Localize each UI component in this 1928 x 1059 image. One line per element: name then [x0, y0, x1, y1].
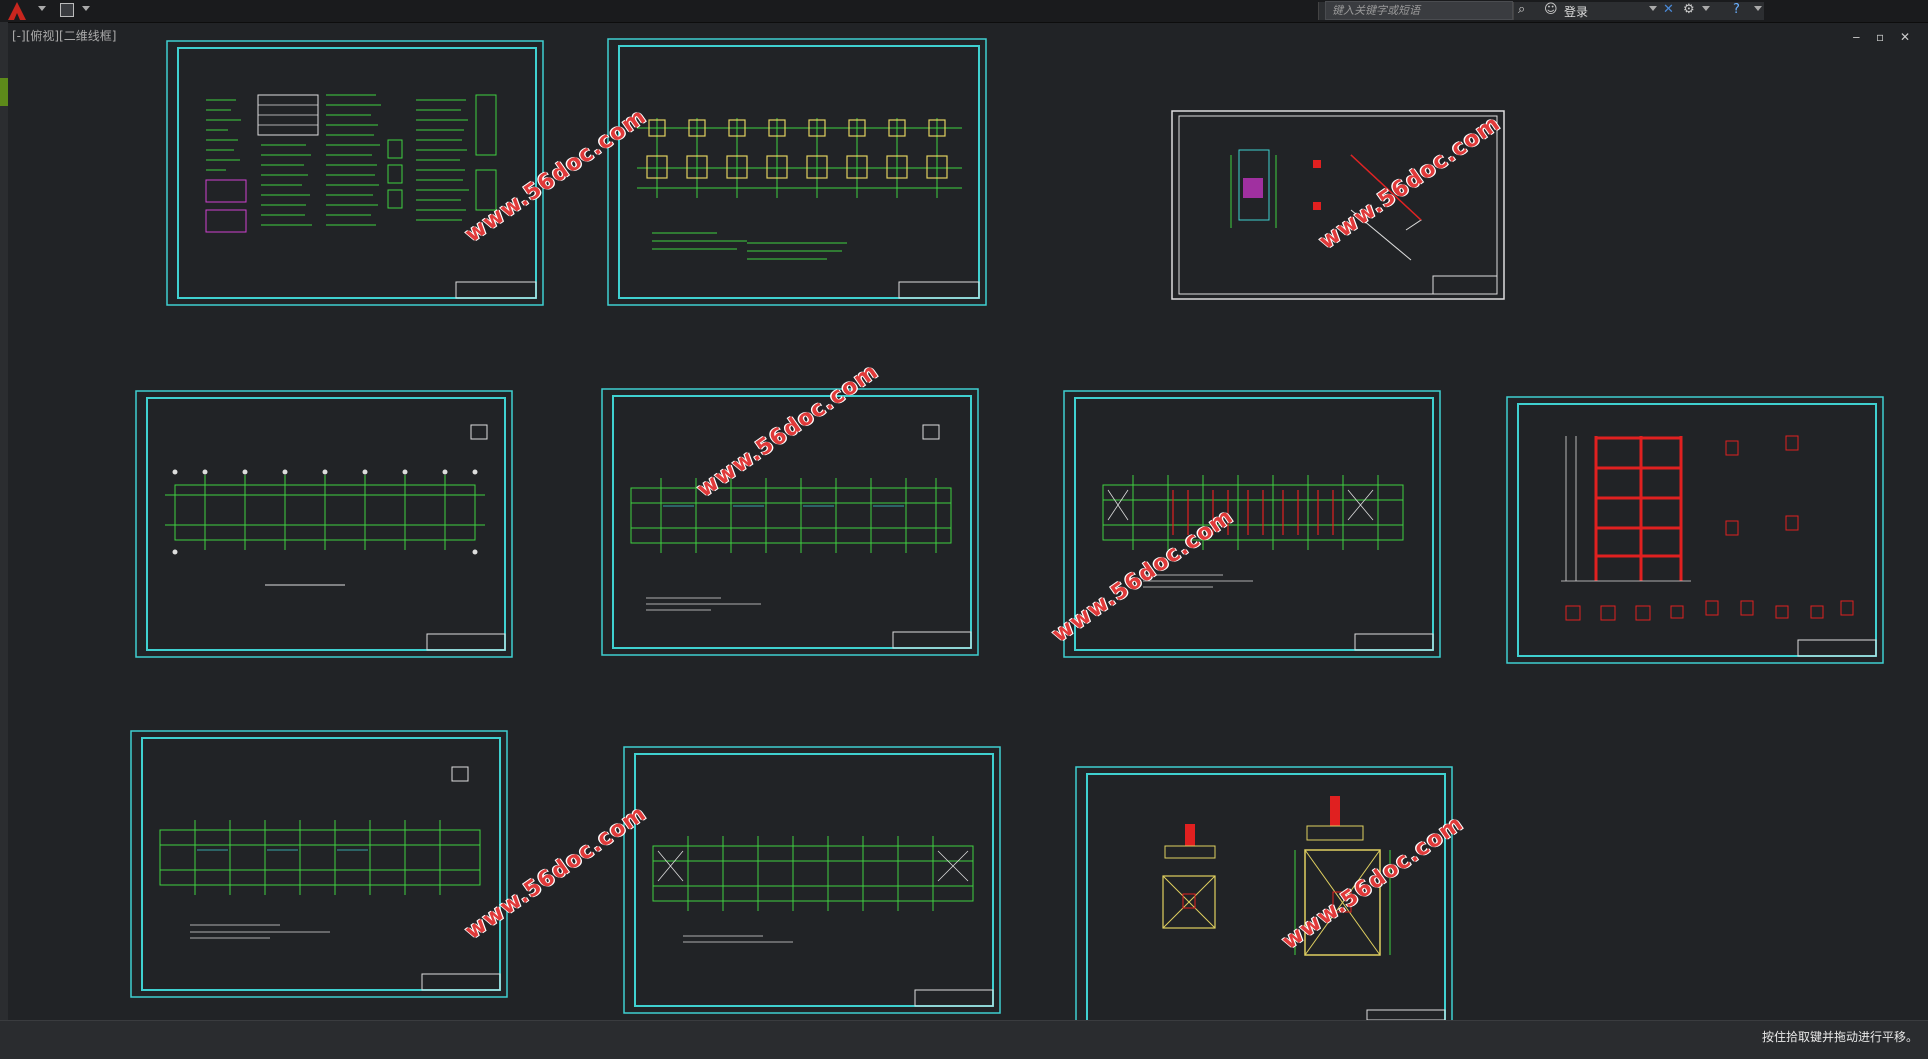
network-icon[interactable]: ⚙ — [1683, 2, 1695, 17]
drawing-sheet-floor-plan-1 — [135, 390, 513, 658]
status-message: 按住拾取键并拖动进行平移。 — [1761, 1030, 1918, 1044]
viewport-window-controls[interactable]: ‒ ▫ ✕ — [1853, 30, 1916, 44]
login-button[interactable]: 登录 — [1564, 3, 1588, 20]
autocad-logo-icon[interactable] — [6, 1, 34, 21]
drawing-sheet-footing-details — [1075, 766, 1453, 1020]
save-icon[interactable] — [60, 3, 74, 17]
login-dropdown-icon[interactable] — [1649, 6, 1657, 11]
binoculars-icon[interactable]: ⌕ — [1518, 2, 1525, 17]
viewport-controls-label[interactable]: [-][俯视][二维线框] — [12, 27, 116, 44]
drawing-sheet-floor-plan-2 — [130, 730, 508, 998]
drawing-sheet-notes — [166, 40, 544, 306]
left-panel-edge — [0, 22, 8, 1022]
left-panel-tab[interactable] — [0, 78, 8, 106]
search-input[interactable] — [1325, 1, 1513, 20]
user-icon[interactable]: ☺ — [1544, 2, 1558, 17]
drawing-sheet-foundation-plan — [607, 38, 987, 306]
status-bar — [0, 1020, 1928, 1059]
network-dropdown-icon[interactable] — [1702, 6, 1710, 11]
drawing-sheet-roof-plan — [623, 746, 1001, 1014]
help-dropdown-icon[interactable] — [1754, 6, 1762, 11]
quick-access-dropdown-icon[interactable] — [82, 6, 90, 11]
help-icon[interactable]: ? — [1733, 2, 1740, 17]
drawing-sheet-slab-reinforcement — [1063, 390, 1441, 658]
app-menu-dropdown-icon[interactable] — [38, 6, 46, 11]
exchange-icon[interactable]: ✕ — [1663, 2, 1674, 17]
drawing-sheet-frame-elevation — [1506, 396, 1884, 664]
title-bar: ⌕ ☺ 登录 ✕ ⚙ ? — [0, 0, 1928, 23]
